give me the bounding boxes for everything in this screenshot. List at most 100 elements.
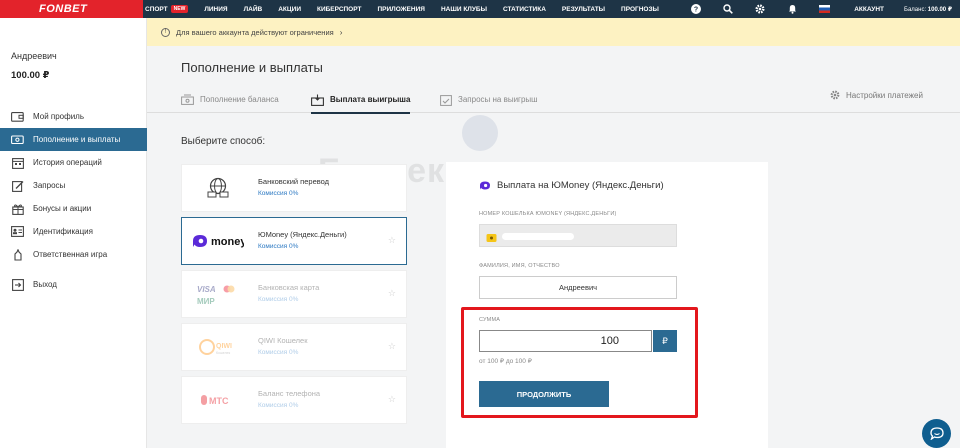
favorite-star-icon[interactable]: ☆ xyxy=(388,288,396,299)
gear-icon xyxy=(830,90,840,100)
sidebar-item-label: Запросы xyxy=(33,181,66,190)
nav-forecasts[interactable]: ПРОГНОЗЫ xyxy=(613,0,667,18)
nav-stats[interactable]: СТАТИСТИКА xyxy=(495,0,554,18)
page-title: Пополнение и выплаты xyxy=(181,60,323,75)
mts-logo: МТС xyxy=(182,377,254,423)
search-icon[interactable] xyxy=(712,0,744,18)
main-nav: СПОРТ NEW ЛИНИЯ ЛАЙВ АКЦИИ КИБЕРСПОРТ ПРИ… xyxy=(143,0,667,18)
tab-withdrawal-requests[interactable]: Запросы на выигрыш xyxy=(440,86,538,113)
nav-live[interactable]: ЛАЙВ xyxy=(236,0,271,18)
sidebar-item-label: Идентификация xyxy=(33,227,93,236)
pencil-icon xyxy=(11,179,24,192)
top-right-controls: ? АККАУНТ Баланс: 100.00 ₽ xyxy=(680,0,960,18)
new-badge: NEW xyxy=(170,5,189,13)
watermark-ball xyxy=(462,115,498,151)
sidebar-item-label: Мой профиль xyxy=(33,112,85,121)
account-link[interactable]: АККАУНТ xyxy=(840,6,896,13)
logout-icon xyxy=(11,278,24,291)
tab-label: Запросы на выигрыш xyxy=(458,95,538,104)
sidebar-item-logout[interactable]: Выход xyxy=(0,273,147,296)
full-name-label: ФАМИЛИЯ, ИМЯ, ОТЧЕСТВО xyxy=(479,263,560,269)
method-name: ЮMoney (Яндекс.Деньги) xyxy=(258,230,347,239)
highlight-box xyxy=(461,307,698,418)
nav-line[interactable]: ЛИНИЯ xyxy=(196,0,235,18)
sidebar-item-responsible-gaming[interactable]: Ответственная игра xyxy=(0,243,147,266)
id-card-icon xyxy=(11,225,24,238)
user-name: Андреевич xyxy=(11,51,57,61)
sidebar-item-profile[interactable]: Мой профиль xyxy=(0,105,147,128)
cards-logo: VISA МИР xyxy=(182,271,254,317)
chevron-right-icon: › xyxy=(339,27,343,37)
nav-esports[interactable]: КИБЕРСПОРТ xyxy=(309,0,369,18)
qiwi-text: QIWI xyxy=(216,343,232,350)
fonbet-logo[interactable]: FONBET xyxy=(0,0,143,18)
tab-label: Выплата выигрыша xyxy=(330,95,411,104)
tab-deposit[interactable]: Пополнение баланса xyxy=(181,86,279,113)
balance-label: Баланс: xyxy=(904,6,927,13)
method-text: Баланс телефона Комиссия 0% xyxy=(258,389,320,409)
panel-title: Выплата на ЮMoney (Яндекс.Деньги) xyxy=(479,180,664,191)
sidebar-item-label: Пополнение и выплаты xyxy=(33,135,121,144)
sidebar-item-label: Выход xyxy=(33,280,57,289)
sidebar-item-label: История операций xyxy=(33,158,102,167)
sidebar-item-history[interactable]: История операций xyxy=(0,151,147,174)
nav-clubs[interactable]: НАШИ КЛУБЫ xyxy=(433,0,495,18)
sidebar: Андреевич 100.00 ₽ Мой профиль Пополнени… xyxy=(0,18,147,448)
tab-label: Пополнение баланса xyxy=(200,95,279,104)
method-text: QIWI Кошелек Комиссия 0% xyxy=(258,336,307,356)
flag-ru-icon[interactable] xyxy=(808,0,840,18)
method-fee: Комиссия 0% xyxy=(258,296,299,303)
method-yoomoney[interactable]: money ЮMoney (Яндекс.Деньги) Комиссия 0%… xyxy=(181,217,407,265)
method-name: Банковский перевод xyxy=(258,177,330,186)
choose-method-label: Выберите способ: xyxy=(181,136,266,147)
yoomoney-icon xyxy=(479,181,491,190)
restriction-banner[interactable]: ! Для вашего аккаунта действуют ограниче… xyxy=(147,18,960,46)
chat-icon xyxy=(929,427,944,440)
wallet-badge-icon xyxy=(486,230,497,248)
method-phone-balance[interactable]: МТС Баланс телефона Комиссия 0% ☆ xyxy=(181,376,407,424)
method-fee: Комиссия 0% xyxy=(258,190,299,197)
qiwi-logo: QIWI Кошелек xyxy=(182,324,254,370)
method-fee: Комиссия 0% xyxy=(258,402,299,409)
method-qiwi[interactable]: QIWI Кошелек QIWI Кошелек Комиссия 0% ☆ xyxy=(181,323,407,371)
chat-button[interactable] xyxy=(922,419,951,448)
qiwi-subtext: Кошелек xyxy=(216,351,231,355)
method-text: Банковский перевод Комиссия 0% xyxy=(258,177,329,197)
logo-text: FONBET xyxy=(39,3,88,15)
sidebar-item-label: Бонусы и акции xyxy=(33,204,92,213)
sidebar-item-bonuses[interactable]: Бонусы и акции xyxy=(0,197,147,220)
method-text: Банковская карта Комиссия 0% xyxy=(258,283,319,303)
method-bank-transfer[interactable]: Банковский перевод Комиссия 0% xyxy=(181,164,407,212)
nav-results[interactable]: РЕЗУЛЬТАТЫ xyxy=(554,0,613,18)
payment-settings-link[interactable]: Настройки платежей xyxy=(830,90,923,100)
method-name: QIWI Кошелек xyxy=(258,336,308,345)
method-fee: Комиссия 0% xyxy=(258,349,299,356)
method-bank-card[interactable]: VISA МИР Банковская карта Комиссия 0% ☆ xyxy=(181,270,407,318)
method-name: Баланс телефона xyxy=(258,389,321,398)
favorite-star-icon[interactable]: ☆ xyxy=(388,235,396,246)
deposit-icon xyxy=(181,94,194,105)
help-icon[interactable]: ? xyxy=(680,0,712,18)
calendar-check-icon xyxy=(440,94,452,106)
full-name-field[interactable]: Андреевич xyxy=(479,276,677,299)
nav-promo[interactable]: АКЦИИ xyxy=(270,0,309,18)
favorite-star-icon[interactable]: ☆ xyxy=(388,341,396,352)
balance-value: 100.00 ₽ xyxy=(927,6,952,13)
wallet-number-field xyxy=(479,224,677,247)
bell-icon[interactable] xyxy=(776,0,808,18)
svg-text:?: ? xyxy=(694,7,698,14)
sidebar-item-deposits[interactable]: Пополнение и выплаты xyxy=(0,128,147,151)
visa-text: VISA xyxy=(197,285,216,294)
banner-text: Для вашего аккаунта действуют ограничени… xyxy=(176,27,334,37)
calendar-icon xyxy=(11,156,24,169)
nav-sport[interactable]: СПОРТ NEW xyxy=(143,0,196,18)
tab-withdrawal[interactable]: Выплата выигрыша xyxy=(311,86,411,114)
header-balance[interactable]: Баланс: 100.00 ₽ xyxy=(896,6,960,13)
gear-icon[interactable] xyxy=(744,0,776,18)
sidebar-menu: Мой профиль Пополнение и выплаты История… xyxy=(0,105,147,296)
sidebar-item-identification[interactable]: Идентификация xyxy=(0,220,147,243)
nav-apps[interactable]: ПРИЛОЖЕНИЯ xyxy=(369,0,432,18)
favorite-star-icon[interactable]: ☆ xyxy=(388,394,396,405)
sidebar-item-requests[interactable]: Запросы xyxy=(0,174,147,197)
nav-label: СПОРТ xyxy=(145,5,168,13)
